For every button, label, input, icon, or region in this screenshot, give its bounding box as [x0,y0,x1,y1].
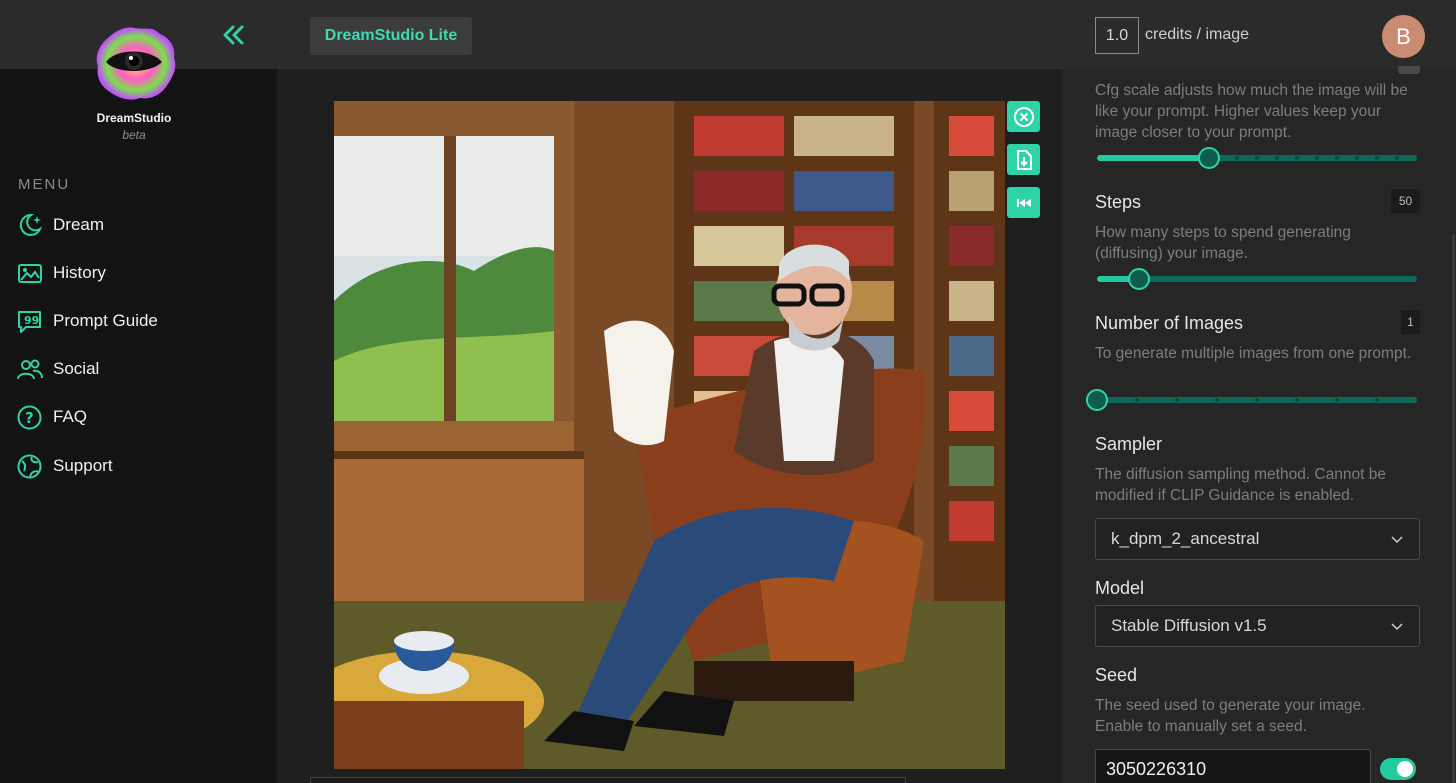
history-icon [16,260,43,287]
rewind-button[interactable] [1007,187,1040,218]
collapse-sidebar-button[interactable] [218,22,248,48]
slider-tick [1395,156,1399,160]
sidebar-item-prompt-guide[interactable]: 99 Prompt Guide [16,305,158,337]
avatar[interactable]: B [1382,15,1425,58]
panel-scrollbar[interactable] [1452,235,1455,783]
credits-label: credits / image [1145,26,1250,43]
slider-tick [1315,156,1319,160]
close-image-button[interactable] [1007,101,1040,132]
sidebar-item-label: FAQ [53,407,88,426]
model-title: Model [1095,578,1145,598]
images-slider[interactable] [1086,389,1417,411]
steps-description: How many steps to spend generating (diff… [1095,224,1351,262]
sidebar-item-label: Social [53,359,100,378]
slider-thumb[interactable] [1127,268,1150,290]
sidebar-item-label: Prompt Guide [53,311,158,330]
dream-icon [16,212,43,239]
slider-tick [1335,156,1339,160]
seed-title: Seed [1095,665,1138,685]
double-chevron-left-icon [223,25,244,45]
generated-image [334,101,1005,769]
slider-tick [1235,156,1239,160]
steps-value: 50 [1391,189,1420,213]
sidebar-item-support[interactable]: Support [16,450,113,482]
sidebar-item-faq[interactable]: ? FAQ [16,401,87,433]
sampler-title: Sampler [1095,434,1163,454]
slider-tick [1375,156,1379,160]
brand-name: DreamStudio [96,111,172,125]
model-select[interactable]: Stable Diffusion v1.5 [1095,605,1420,647]
support-icon [16,453,43,480]
slider-tick [1295,156,1299,160]
model-selected-value: Stable Diffusion v1.5 [1111,616,1267,635]
slider-tick [1355,156,1359,160]
menu-heading: MENU [18,176,71,193]
faq-icon: ? [16,404,43,431]
steps-title: Steps [1095,192,1142,212]
sidebar-item-label: Dream [53,215,105,234]
slider-fill [1097,155,1209,161]
sampler-description: The diffusion sampling method. Cannot be… [1095,466,1386,504]
slider-tick [1295,398,1299,402]
slider-thumb[interactable] [1198,147,1220,169]
dreamstudio-logo [96,27,176,100]
sidebar-item-dream[interactable]: Dream [16,209,104,241]
svg-text:?: ? [25,409,34,427]
slider-tick [1215,398,1219,402]
images-value: 1 [1401,310,1420,334]
sampler-select[interactable]: k_dpm_2_ancestral [1095,518,1420,560]
app-title-button[interactable]: DreamStudio Lite [310,17,472,55]
social-icon [16,356,43,383]
images-description: To generate multiple images from one pro… [1095,345,1412,362]
slider-thumb[interactable] [1086,389,1108,411]
download-image-button[interactable] [1007,144,1040,175]
seed-description: The seed used to generate your image. En… [1095,697,1366,735]
close-icon [1013,106,1034,127]
slider-tick [1175,398,1179,402]
image-strip-edge [310,777,906,783]
toggle-knob [1397,761,1413,777]
sidebar-item-label: Support [53,456,113,475]
cfg-description: Cfg scale adjusts how much the image wil… [1095,82,1408,141]
credits-value: 1.0 [1095,17,1139,54]
slider-tick [1255,398,1259,402]
svg-text:99: 99 [24,314,39,327]
panel-scroll-tab [1398,66,1420,74]
chevron-down-icon [1391,623,1403,631]
slider-tick [1135,398,1139,402]
images-title: Number of Images [1095,313,1244,333]
download-icon [1016,149,1032,170]
sampler-selected-value: k_dpm_2_ancestral [1111,529,1260,548]
sidebar-item-social[interactable]: Social [16,353,99,385]
sidebar-item-history[interactable]: History [16,257,106,289]
chevron-down-icon [1391,536,1403,544]
cfg-scale-slider[interactable] [1097,147,1417,169]
rewind-icon [1016,198,1031,207]
seed-toggle[interactable] [1380,758,1416,780]
sidebar-item-label: History [53,263,106,282]
prompt-guide-icon: 99 [16,308,43,335]
steps-slider[interactable] [1097,268,1417,290]
brand-subtitle: beta [122,128,146,142]
slider-tick [1375,398,1379,402]
slider-tick [1255,156,1259,160]
slider-tick [1335,398,1339,402]
slider-tick [1275,156,1279,160]
seed-input[interactable] [1095,749,1371,783]
